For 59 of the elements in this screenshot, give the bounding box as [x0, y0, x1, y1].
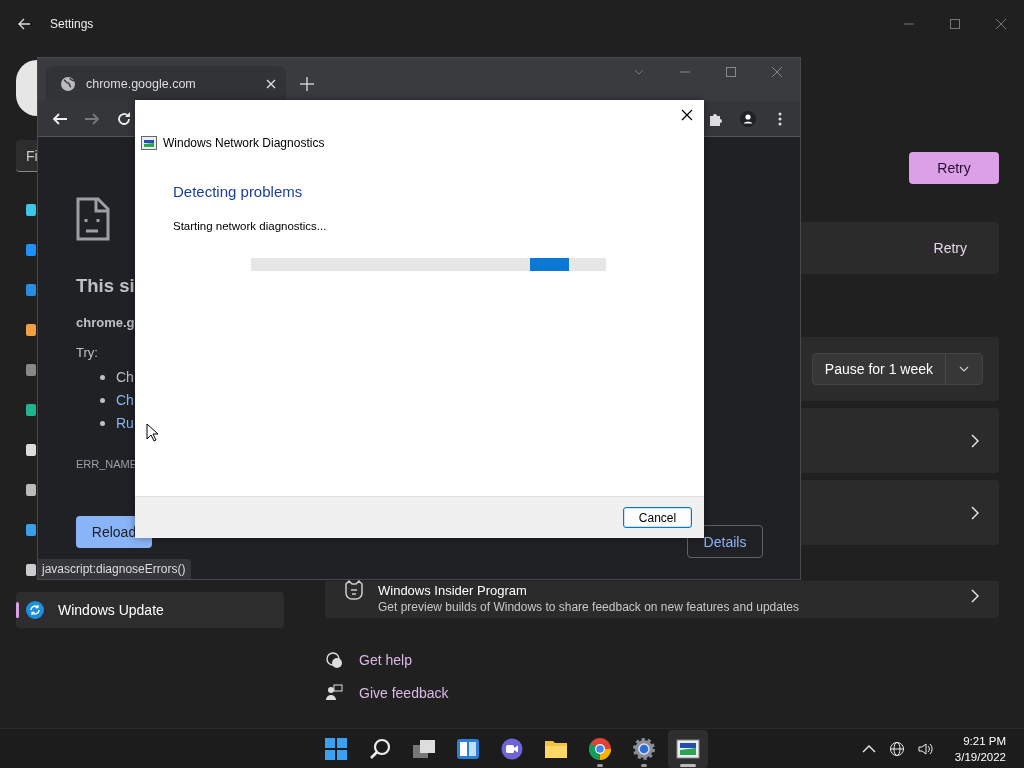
card-action-text[interactable]: Retry [933, 240, 967, 256]
suggestion-link[interactable]: Ru [116, 415, 134, 431]
clock[interactable]: 9:21 PM 3/19/2022 [954, 732, 1006, 765]
cursor-icon [146, 423, 158, 442]
try-label: Try: [76, 345, 98, 360]
help-link[interactable]: Give feedback [359, 685, 449, 701]
chevron-down-icon [634, 69, 644, 75]
close-tab-button[interactable] [266, 78, 276, 89]
card-description: Get preview builds of Windows to share feedback on new features and updates [378, 600, 800, 614]
cat-icon [343, 579, 365, 601]
avatar [16, 60, 37, 116]
error-code: ERR_NAME [76, 458, 138, 470]
arrow-left-icon [52, 110, 68, 127]
chevron-down-icon [959, 366, 969, 372]
status-text: Starting network diagnostics... [173, 220, 328, 232]
card-title: Windows Insider Program [378, 583, 528, 598]
sad-page-icon [76, 197, 110, 241]
help-link[interactable]: Get help [359, 652, 412, 668]
network-diagnostics-icon[interactable] [668, 729, 708, 768]
bullet [100, 397, 105, 403]
plus-icon [300, 76, 314, 91]
clock-time: 9:21 PM [963, 733, 1006, 749]
browser-tab[interactable]: chrome.google.com [46, 66, 286, 101]
retry-button[interactable]: Retry [909, 152, 999, 184]
chevron-right-icon [971, 505, 979, 520]
error-heading: This si [76, 275, 135, 297]
close-icon [772, 67, 782, 77]
close-icon [996, 19, 1006, 29]
dialog-heading: Detecting problems [173, 183, 304, 200]
bullet [100, 374, 105, 380]
suggestion-text: Ch [116, 369, 134, 385]
sidebar-item[interactable]: Windows Update [16, 592, 284, 628]
window-title: Settings [50, 17, 94, 31]
back-button[interactable] [16, 16, 32, 32]
cancel-button[interactable]: Cancel [623, 507, 692, 528]
feedback-icon [325, 684, 343, 702]
person-icon [740, 110, 756, 127]
chevron-right-icon [971, 589, 979, 603]
suggestion-link[interactable]: Ch [116, 392, 134, 408]
search-field[interactable]: Fi [16, 140, 37, 172]
sync-icon [26, 601, 44, 619]
globe-icon [60, 75, 76, 92]
arrow-left-icon [16, 16, 32, 32]
network-diagnostics-icon [141, 136, 157, 150]
help-icon [325, 651, 343, 669]
maximize-icon [726, 67, 736, 77]
dialog-title: Windows Network Diagnostics [163, 136, 325, 150]
settings-card[interactable]: Windows Insider Program Get preview builds of Windows to share feedback on new features and updates [325, 581, 999, 618]
error-host: chrome.g [76, 315, 135, 330]
chevron-right-icon [971, 433, 979, 448]
maximize-icon [950, 19, 960, 29]
arrow-right-icon [84, 110, 100, 127]
pause-dropdown[interactable]: Pause for 1 week [811, 353, 983, 385]
close-icon [681, 109, 693, 121]
clock-date: 3/19/2022 [954, 749, 1006, 765]
reload-icon [116, 110, 132, 127]
bullet [100, 420, 105, 426]
close-icon [266, 78, 276, 89]
status-tooltip: javascript:diagnoseErrors() [38, 559, 192, 579]
